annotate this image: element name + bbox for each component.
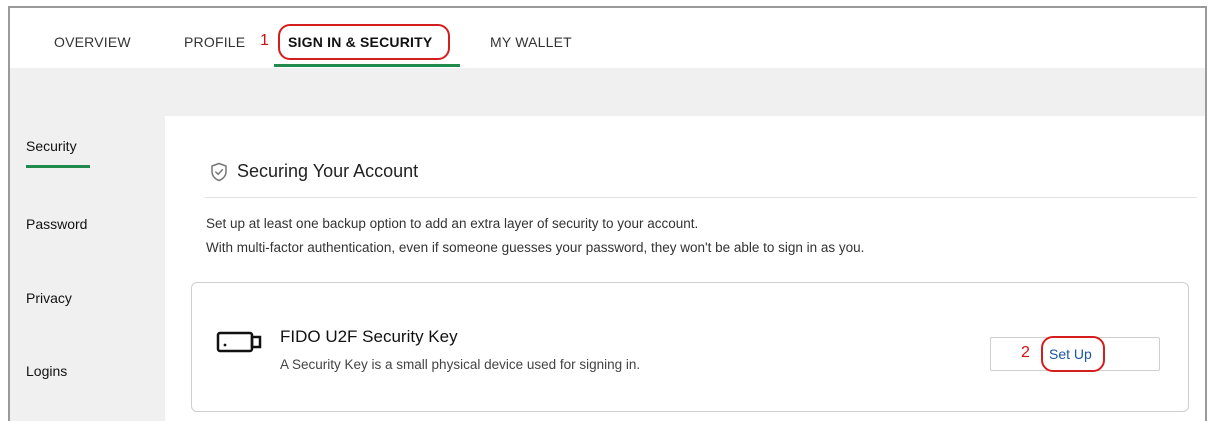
fido-option-card: FIDO U2F Security Key A Security Key is … bbox=[191, 282, 1189, 412]
divider bbox=[205, 197, 1197, 198]
tab-profile[interactable]: PROFILE bbox=[184, 34, 245, 50]
section-title: Securing Your Account bbox=[237, 161, 419, 181]
top-nav: OVERVIEW PROFILE 1 SIGN IN & SECURITY MY… bbox=[10, 8, 1205, 68]
option-subtitle: A Security Key is a small physical devic… bbox=[280, 357, 641, 372]
annotation-step-2: 2 bbox=[1021, 344, 1030, 361]
security-key-icon bbox=[216, 331, 262, 353]
option-title: FIDO U2F Security Key bbox=[280, 327, 458, 346]
sidebar-item-privacy[interactable]: Privacy bbox=[26, 290, 72, 306]
sidebar-active-indicator bbox=[26, 165, 90, 168]
section-description-line-2: With multi-factor authentication, even i… bbox=[206, 240, 865, 255]
active-tab-indicator bbox=[274, 64, 460, 67]
annotation-step-1: 1 bbox=[260, 32, 269, 49]
section-description-line-1: Set up at least one backup option to add… bbox=[206, 216, 699, 231]
set-up-button[interactable]: 2 Set Up bbox=[990, 336, 1160, 372]
sidebar-item-security[interactable]: Security bbox=[26, 138, 77, 154]
side-nav: Security Password Privacy Logins bbox=[10, 68, 160, 421]
shield-check-icon bbox=[211, 162, 227, 182]
tab-my-wallet[interactable]: MY WALLET bbox=[490, 34, 572, 50]
tab-sign-in-security[interactable]: SIGN IN & SECURITY bbox=[288, 34, 432, 50]
sidebar-item-password[interactable]: Password bbox=[26, 216, 87, 232]
security-card: Securing Your Account Set up at least on… bbox=[165, 116, 1205, 421]
tab-overview[interactable]: OVERVIEW bbox=[54, 34, 131, 50]
sidebar-item-logins[interactable]: Logins bbox=[26, 363, 67, 379]
browser-frame: OVERVIEW PROFILE 1 SIGN IN & SECURITY MY… bbox=[8, 6, 1207, 421]
set-up-label: Set Up bbox=[1049, 346, 1092, 362]
